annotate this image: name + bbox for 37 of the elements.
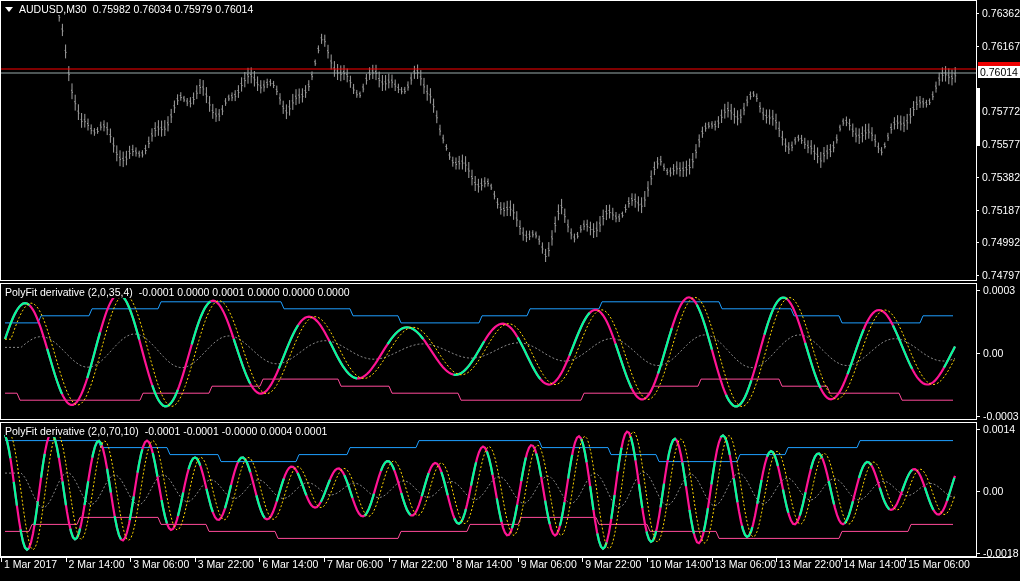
indicator-values: -0.0001 0.0000 0.0001 0.0000 0.0000 0.0000 [138, 286, 350, 298]
time-label: 7 Mar 22:00 [391, 558, 448, 570]
time-label: 3 Mar 06:00 [133, 558, 190, 570]
time-label: 8 Mar 14:00 [456, 558, 513, 570]
time-label: 13 Mar 06:00 [714, 558, 777, 570]
axis-label: 0.0014 [983, 424, 1016, 435]
axis-label: 0.74992 [982, 237, 1020, 249]
axis-label: -0.0018 [983, 548, 1019, 559]
axis-label: 0.00 [983, 348, 1004, 359]
time-label: 3 Mar 22:00 [197, 558, 254, 570]
time-label: 10 Mar 14:00 [649, 558, 712, 570]
time-label: 15 Mar 06:00 [908, 558, 970, 570]
axis-label: 0.75187 [982, 204, 1020, 216]
symbol-label: AUDUSD,M30 [19, 3, 87, 15]
axis-label: 0.00 [983, 486, 1004, 497]
indicator-values: -0.0001 -0.0001 -0.0000 0.0004 0.0001 [144, 425, 328, 437]
time-label: 2 Mar 14:00 [68, 558, 125, 570]
time-label: 7 Mar 06:00 [326, 558, 383, 570]
time-label: 9 Mar 06:00 [520, 558, 577, 570]
time-label: 13 Mar 22:00 [778, 558, 841, 570]
time-label: 1 Mar 2017 [4, 558, 58, 570]
axis-label: 0.75772 [982, 106, 1020, 118]
indicator-title: PolyFit derivative (2,0,70,10) [5, 425, 139, 437]
indicator-title: PolyFit derivative (2,0,35,4) [5, 286, 133, 298]
dropdown-icon[interactable] [5, 6, 13, 12]
axis-label: 0.76167 [982, 40, 1020, 52]
time-label: 9 Mar 22:00 [585, 558, 642, 570]
axis-label: 0.75577 [982, 139, 1020, 150]
axis-label: 0.0003 [983, 285, 1016, 296]
quote-values: 0.75982 0.76034 0.75979 0.76014 [92, 3, 254, 15]
axis-label: 0.76362 [982, 8, 1020, 19]
axis-label: 0.74797 [982, 270, 1020, 281]
axis-label: -0.0003 [983, 411, 1019, 422]
axis-label: 0.75382 [982, 171, 1020, 183]
current-price-label: 0.76014 [978, 66, 1020, 78]
time-label: 14 Mar 14:00 [843, 558, 906, 570]
time-label: 6 Mar 14:00 [262, 558, 319, 570]
